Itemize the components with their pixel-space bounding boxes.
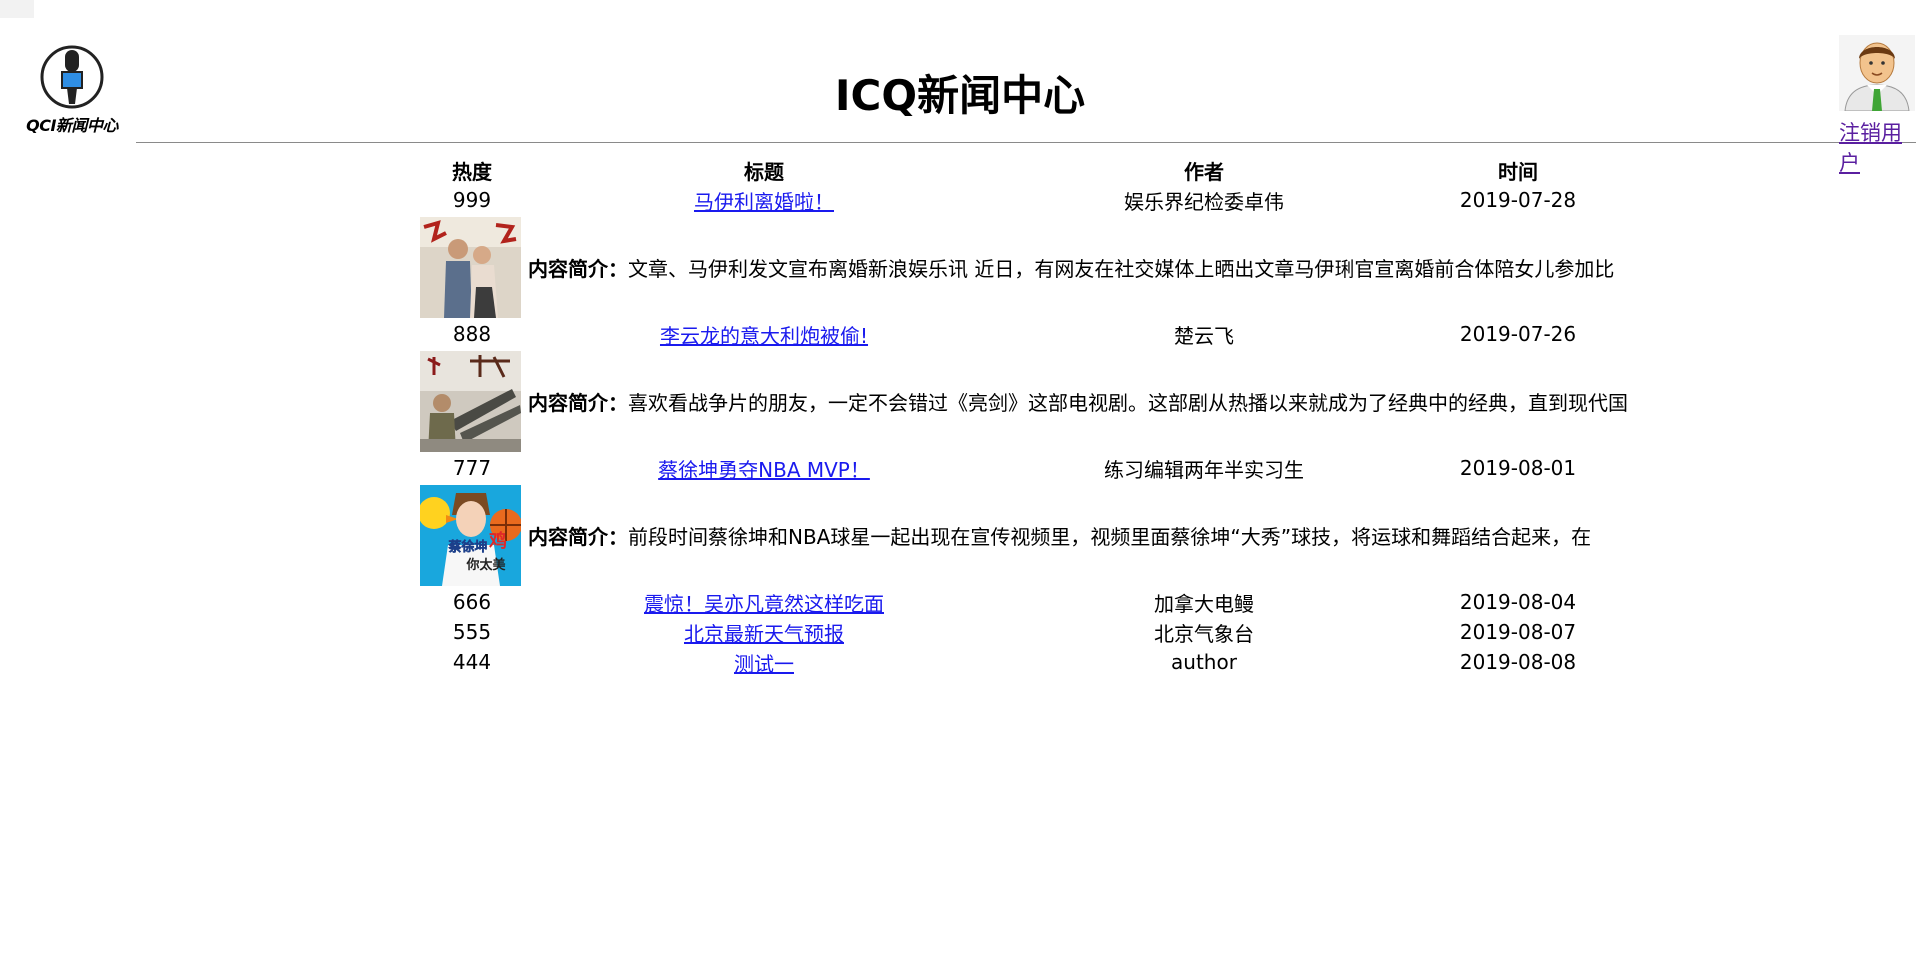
thumbnail-cell: 蔡徐坤 鸡 你太美 <box>420 483 524 587</box>
table-row: 444 测试一 author 2019-08-08 <box>420 647 1632 677</box>
hot-value: 666 <box>452 590 492 614</box>
news-title-link[interactable]: 马伊利离婚啦！ <box>694 190 834 214</box>
couple-photo-thumbnail <box>420 216 521 318</box>
news-title-cell: 蔡徐坤勇夺NBA MVP！ <box>524 453 1004 483</box>
news-title-cell: 北京最新天气预报 <box>524 617 1004 647</box>
basketball-meme-thumbnail: 蔡徐坤 鸡 你太美 <box>420 484 521 586</box>
page-title: ICQ新闻中心 <box>834 71 1086 120</box>
summary-text: 前段时间蔡徐坤和NBA球星一起出现在宣传视频里，视频里面蔡徐坤“大秀”球技，将运… <box>628 524 1592 549</box>
author-value: 练习编辑两年半实习生 <box>1104 457 1304 482</box>
corner-mark <box>0 0 34 18</box>
summary-cell: 内容简介：喜欢看战争片的朋友，一定不会错过《亮剑》这部电视剧。这部剧从热播以来就… <box>524 349 1632 453</box>
thumbnail-cell <box>420 349 524 453</box>
table-row: 888 李云龙的意大利炮被偷! 楚云飞 2019-07-26 <box>420 319 1632 349</box>
hot-value: 555 <box>452 620 492 644</box>
summary-row: 内容简介：文章、马伊利发文宣布离婚新浪娱乐讯 近日，有网友在社交媒体上晒出文章马… <box>420 215 1632 319</box>
news-title-link[interactable]: 测试一 <box>734 652 794 676</box>
table-row: 555 北京最新天气预报 北京气象台 2019-08-07 <box>420 617 1632 647</box>
author-value: author <box>1171 650 1237 674</box>
author-value: 娱乐界纪检委卓伟 <box>1124 189 1284 214</box>
news-title-cell: 李云龙的意大利炮被偷! <box>524 319 1004 349</box>
author-value: 加拿大电鳗 <box>1154 591 1254 616</box>
summary-label: 内容简介： <box>528 524 628 549</box>
user-avatar[interactable] <box>1839 35 1915 112</box>
thumb-text-name: 蔡徐坤 <box>447 539 487 555</box>
author-value: 楚云飞 <box>1174 323 1234 348</box>
thumbnail-cell <box>420 215 524 319</box>
column-header-title: 标题 <box>744 159 784 184</box>
summary-cell: 内容简介：前段时间蔡徐坤和NBA球星一起出现在宣传视频里，视频里面蔡徐坤“大秀”… <box>524 483 1632 587</box>
thumb-text-beautiful: 你太美 <box>465 557 506 573</box>
column-header-author: 作者 <box>1184 159 1224 184</box>
summary-row: 蔡徐坤 鸡 你太美 内容简介：前段时间蔡徐坤和NBA球星一起出现在宣传视频里，视… <box>420 483 1632 587</box>
summary-label: 内容简介： <box>528 390 628 415</box>
table-row: 999 马伊利离婚啦！ 娱乐界纪检委卓伟 2019-07-28 <box>420 185 1632 215</box>
column-header-time: 时间 <box>1498 159 1538 184</box>
news-title-link[interactable]: 震惊！吴亦凡竟然这样吃面 <box>644 592 884 616</box>
summary-text: 喜欢看战争片的朋友，一定不会错过《亮剑》这部电视剧。这部剧从热播以来就成为了经典… <box>628 390 1628 415</box>
news-title-cell: 测试一 <box>524 647 1004 677</box>
author-value: 北京气象台 <box>1154 621 1254 646</box>
hot-value: 444 <box>452 650 492 674</box>
logout-link[interactable]: 注销用户 <box>1839 117 1920 177</box>
date-value: 2019-08-08 <box>1459 650 1577 674</box>
summary-row: 内容简介：喜欢看战争片的朋友，一定不会错过《亮剑》这部电视剧。这部剧从热播以来就… <box>420 349 1632 453</box>
news-title-link[interactable]: 北京最新天气预报 <box>684 622 844 646</box>
artillery-photo-thumbnail <box>420 350 521 452</box>
table-row: 666 震惊！吴亦凡竟然这样吃面 加拿大电鳗 2019-08-04 <box>420 587 1632 617</box>
table-header-row: 热度 标题 作者 时间 <box>420 155 1632 185</box>
user-avatar-icon <box>1839 35 1915 112</box>
table-row: 777 蔡徐坤勇夺NBA MVP！ 练习编辑两年半实习生 2019-08-01 <box>420 453 1632 483</box>
news-title-cell: 震惊！吴亦凡竟然这样吃面 <box>524 587 1004 617</box>
date-value: 2019-07-26 <box>1459 322 1577 346</box>
header-divider <box>136 142 1916 143</box>
column-header-hot: 热度 <box>452 159 492 184</box>
date-value: 2019-08-07 <box>1459 620 1577 644</box>
summary-label: 内容简介： <box>528 256 628 281</box>
summary-text: 文章、马伊利发文宣布离婚新浪娱乐讯 近日，有网友在社交媒体上晒出文章马伊琍官宣离… <box>628 256 1615 281</box>
news-table: 热度 标题 作者 时间 999 马伊利离婚啦！ 娱乐界纪检委卓伟 2019-07… <box>420 155 1632 677</box>
thumb-text-chicken: 鸡 <box>488 530 507 552</box>
summary-cell: 内容简介：文章、马伊利发文宣布离婚新浪娱乐讯 近日，有网友在社交媒体上晒出文章马… <box>524 215 1632 319</box>
date-value: 2019-08-01 <box>1459 456 1577 480</box>
news-title-cell: 马伊利离婚啦！ <box>524 185 1004 215</box>
date-value: 2019-08-04 <box>1459 590 1577 614</box>
news-title-link[interactable]: 李云龙的意大利炮被偷! <box>660 324 868 348</box>
hot-value: 888 <box>452 322 492 346</box>
hot-value: 999 <box>452 188 492 212</box>
news-title-link[interactable]: 蔡徐坤勇夺NBA MVP！ <box>658 458 870 482</box>
date-value: 2019-07-28 <box>1459 188 1577 212</box>
hot-value: 777 <box>452 456 492 480</box>
